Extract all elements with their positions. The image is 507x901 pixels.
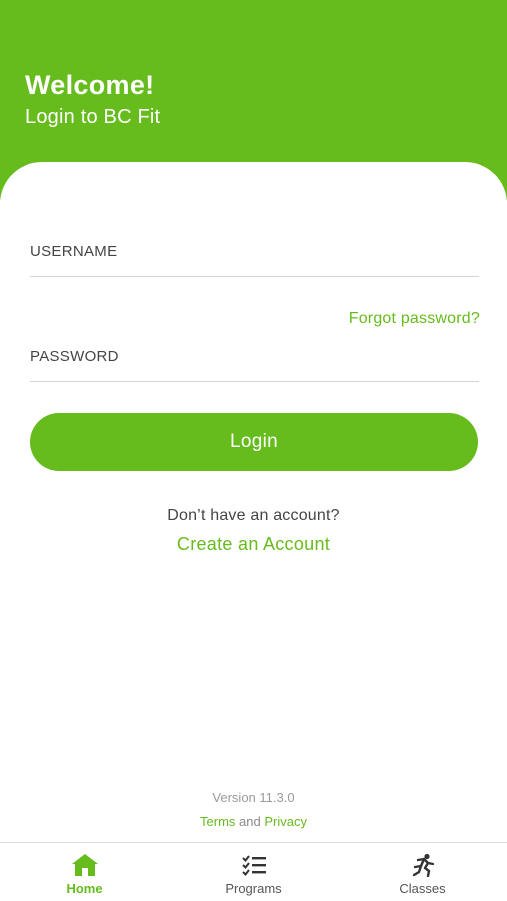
forgot-password-link[interactable]: Forgot password? bbox=[349, 310, 480, 328]
username-underline bbox=[30, 276, 479, 277]
tab-programs[interactable]: Programs bbox=[169, 843, 338, 901]
create-account-row: Create an Account bbox=[0, 534, 507, 555]
running-person-icon bbox=[412, 853, 434, 877]
password-underline bbox=[30, 381, 479, 382]
tab-home[interactable]: Home bbox=[0, 843, 169, 901]
welcome-subtitle: Login to BC Fit bbox=[25, 106, 161, 128]
privacy-link[interactable]: Privacy bbox=[264, 814, 307, 829]
checklist-icon bbox=[241, 855, 266, 877]
tab-classes[interactable]: Classes bbox=[338, 843, 507, 901]
version-text: Version 11.3.0 bbox=[212, 790, 295, 805]
terms-link[interactable]: Terms bbox=[200, 814, 235, 829]
login-button[interactable]: Login bbox=[30, 413, 478, 471]
create-account-link[interactable]: Create an Account bbox=[177, 534, 330, 554]
home-icon bbox=[71, 854, 98, 876]
tab-home-label: Home bbox=[66, 881, 103, 896]
tab-classes-label: Classes bbox=[399, 881, 446, 896]
username-field[interactable] bbox=[30, 243, 479, 273]
no-account-prompt: Don’t have an account? bbox=[167, 507, 340, 524]
welcome-title: Welcome! bbox=[25, 70, 155, 100]
legal-and-text: and bbox=[239, 814, 261, 829]
bottom-tab-bar: Home Programs Classes bbox=[0, 842, 507, 901]
password-field[interactable] bbox=[30, 348, 479, 378]
legal-links: Terms and Privacy bbox=[0, 814, 507, 829]
tab-programs-label: Programs bbox=[225, 881, 282, 896]
